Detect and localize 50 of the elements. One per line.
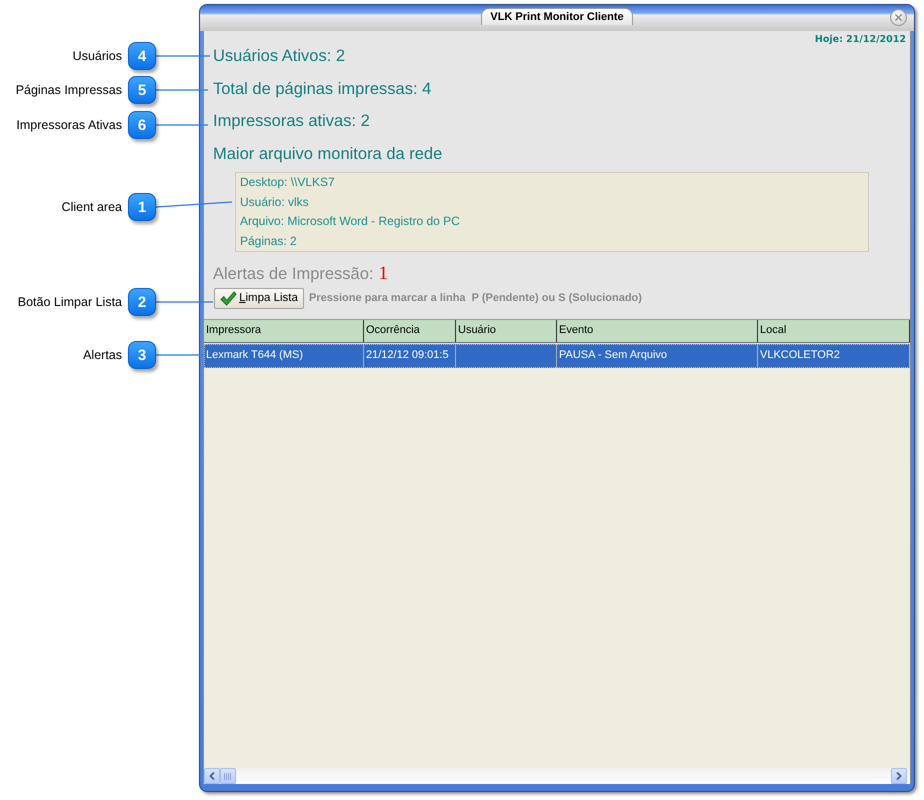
leader-line [156,301,213,303]
callout-badge: 5 [128,76,156,104]
stat-heading: Impressoras ativas: 2 [213,111,370,131]
column-header[interactable]: Local [758,320,910,342]
info-line: Arquivo: Microsoft Word - Registro do PC [240,213,460,230]
scroll-right-button[interactable] [891,768,907,784]
alerts-count: 1 [378,264,388,284]
leader-line [156,89,208,91]
callout-label: Páginas Impressas [16,82,122,98]
date-label: Hoje: 21/12/2012 [814,34,906,46]
leader-line [156,55,210,57]
close-button[interactable] [890,9,907,26]
chevron-left-icon [209,772,215,780]
callout-badge: 1 [128,193,156,221]
column-header[interactable]: Impressora [204,320,364,342]
leader-line [156,124,208,126]
column-header[interactable]: Usuário [456,320,557,342]
info-line: Páginas: 2 [240,232,297,250]
clear-list-button[interactable]: Limpa Lista [214,288,304,309]
callout-label: Client area [62,199,122,215]
check-icon [220,291,238,306]
leader-line [156,354,203,356]
table-cell: Lexmark T644 (MS) [204,344,364,368]
table-cell: 21/12/12 09:01:5 [364,344,456,368]
callout-label: Usuários [72,48,122,64]
alerts-label: Alertas de Impressão: [213,264,374,284]
window-title: VLK Print Monitor Cliente [481,8,633,25]
column-header[interactable]: Evento [557,320,758,342]
stat-heading: Usuários Ativos: 2 [213,46,346,66]
info-line: Desktop: \\VLKS7 [240,174,335,191]
info-line: Usuário: vlks [240,194,309,210]
chevron-right-icon [896,772,902,780]
callout-badge: 6 [128,111,156,139]
callout-label: Alertas [83,347,122,363]
table-cell: VLKCOLETOR2 [758,344,910,368]
table-row[interactable]: Lexmark T644 (MS) 21/12/12 09:01:5 PAUSA - Sem Arquivo VLKCOLETOR2 [204,344,910,368]
scrollbar-thumb[interactable] [220,768,236,784]
column-header[interactable]: Ocorrência [364,320,456,342]
scroll-left-button[interactable] [204,768,220,784]
callout-label: Botão Limpar Lista [18,294,122,310]
hint-text: Pressione para marcar a linha P (Pendente) ou S (Solucionado) [309,291,642,306]
callout-badge: 2 [128,288,156,316]
table-cell: PAUSA - Sem Arquivo [557,344,758,368]
callout-label: Impressoras Ativas [16,117,122,133]
callout-badge: 3 [128,341,156,369]
stat-heading: Total de páginas impressas: 4 [213,78,432,98]
section-heading: Maior arquivo monitora da rede [213,144,442,164]
close-icon [895,14,902,21]
grip-icon [224,772,232,780]
callout-badge: 4 [128,42,156,70]
